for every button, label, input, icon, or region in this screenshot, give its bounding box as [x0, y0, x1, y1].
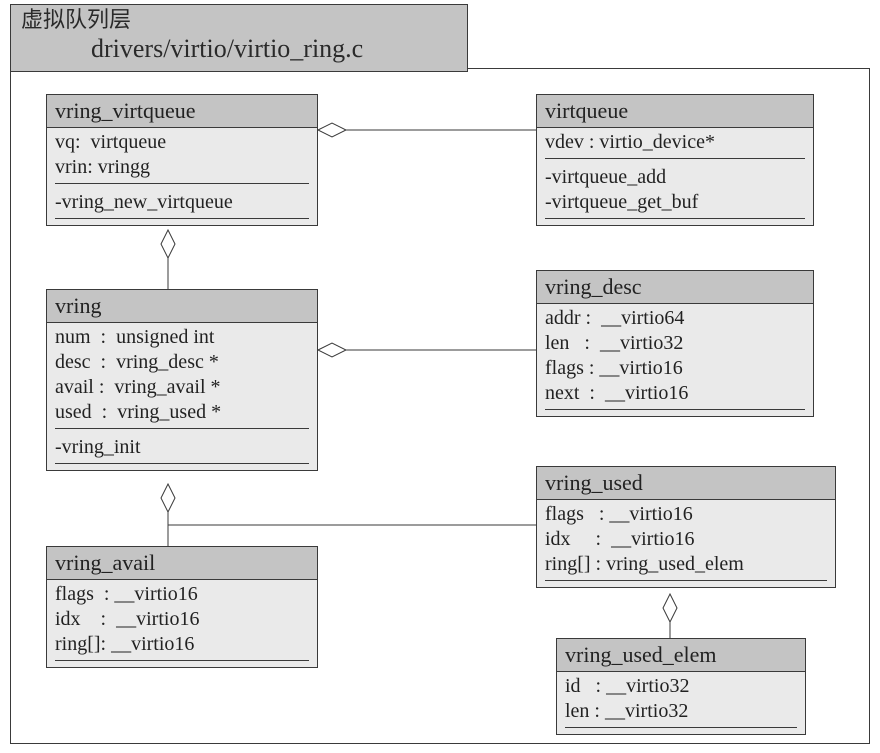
class-vring-desc: vring_desc addr : __virtio64 len : __vir…	[536, 270, 814, 417]
package-path: drivers/virtio/virtio_ring.c	[21, 33, 427, 64]
attr: flags : __virtio16	[55, 582, 309, 607]
attr: num : unsigned int	[55, 325, 309, 350]
attr: flags : __virtio16	[545, 356, 805, 381]
attr: flags : __virtio16	[545, 502, 827, 527]
class-title: vring_desc	[537, 271, 813, 304]
op: -vring_init	[55, 435, 309, 460]
attr: id : __virtio32	[565, 674, 797, 699]
op: -vring_new_virtqueue	[55, 190, 309, 215]
attr: len : __virtio32	[545, 331, 805, 356]
package-tab: 虚拟队列层 drivers/virtio/virtio_ring.c	[10, 4, 468, 72]
class-attrs: vdev : virtio_device*	[537, 128, 813, 158]
class-attrs: num : unsigned int desc : vring_desc * a…	[47, 323, 317, 428]
diagram-canvas: 虚拟队列层 drivers/virtio/virtio_ring.c vring…	[0, 0, 880, 753]
attr: desc : vring_desc *	[55, 350, 309, 375]
class-attrs: flags : __virtio16 idx : __virtio16 ring…	[47, 580, 317, 660]
attr: vq: virtqueue	[55, 130, 309, 155]
attr: idx : __virtio16	[55, 607, 309, 632]
class-title: vring_used_elem	[557, 639, 805, 672]
class-ops: -virtqueue_add -virtqueue_get_buf	[537, 163, 813, 218]
attr: ring[] : vring_used_elem	[545, 552, 827, 577]
attr: addr : __virtio64	[545, 306, 805, 331]
class-ops: -vring_new_virtqueue	[47, 188, 317, 218]
attr: idx : __virtio16	[545, 527, 827, 552]
attr: vdev : virtio_device*	[545, 130, 805, 155]
class-attrs: vq: virtqueue vrin: vringg	[47, 128, 317, 183]
class-title: vring_avail	[47, 547, 317, 580]
class-attrs: flags : __virtio16 idx : __virtio16 ring…	[537, 500, 835, 580]
class-vring-used: vring_used flags : __virtio16 idx : __vi…	[536, 466, 836, 588]
class-title: virtqueue	[537, 95, 813, 128]
class-vring-avail: vring_avail flags : __virtio16 idx : __v…	[46, 546, 318, 668]
attr: used : vring_used *	[55, 400, 309, 425]
class-title: vring_used	[537, 467, 835, 500]
class-ops: -vring_init	[47, 433, 317, 463]
attr: ring[]: __virtio16	[55, 632, 309, 657]
attr: len : __virtio32	[565, 699, 797, 724]
attr: avail : vring_avail *	[55, 375, 309, 400]
class-attrs: id : __virtio32 len : __virtio32	[557, 672, 805, 727]
class-title: vring	[47, 290, 317, 323]
class-vring-used-elem: vring_used_elem id : __virtio32 len : __…	[556, 638, 806, 735]
class-vring: vring num : unsigned int desc : vring_de…	[46, 289, 318, 471]
package-zh-label: 虚拟队列层	[21, 7, 427, 33]
class-attrs: addr : __virtio64 len : __virtio32 flags…	[537, 304, 813, 409]
attr: vrin: vringg	[55, 155, 309, 180]
class-virtqueue: virtqueue vdev : virtio_device* -virtque…	[536, 94, 814, 226]
op: -virtqueue_get_buf	[545, 190, 805, 215]
class-vring-virtqueue: vring_virtqueue vq: virtqueue vrin: vrin…	[46, 94, 318, 226]
class-title: vring_virtqueue	[47, 95, 317, 128]
op: -virtqueue_add	[545, 165, 805, 190]
attr: next : __virtio16	[545, 381, 805, 406]
